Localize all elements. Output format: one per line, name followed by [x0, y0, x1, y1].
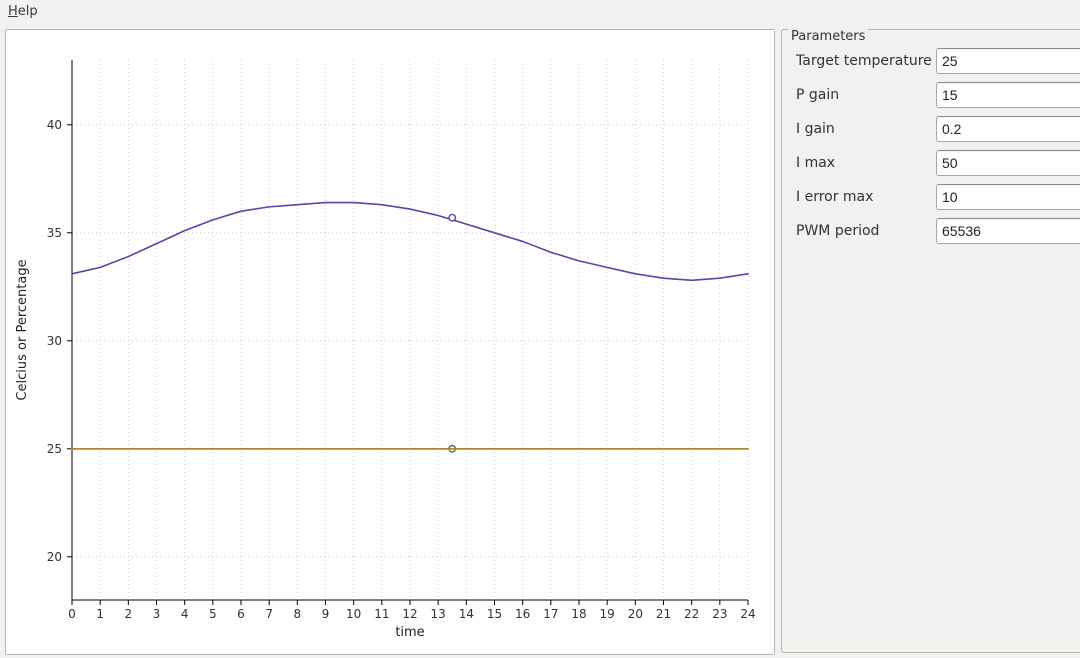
svg-text:18: 18 — [571, 607, 586, 621]
param-row-pwm-period: PWM period — [796, 218, 1080, 244]
parameters-panel: Parameters Target temperature P gain I g… — [781, 29, 1080, 653]
menu-help-rest: elp — [18, 4, 38, 19]
param-label: I max — [796, 155, 936, 171]
svg-text:22: 22 — [684, 607, 699, 621]
menu-help-accel: H — [8, 4, 18, 19]
svg-text:40: 40 — [47, 118, 62, 132]
svg-text:Celcius or Percentage: Celcius or Percentage — [15, 259, 30, 400]
svg-text:16: 16 — [515, 607, 530, 621]
param-input-pwm-period[interactable] — [936, 218, 1080, 244]
svg-text:23: 23 — [712, 607, 727, 621]
svg-text:17: 17 — [543, 607, 558, 621]
svg-text:2: 2 — [125, 607, 133, 621]
svg-text:7: 7 — [265, 607, 273, 621]
param-label: I gain — [796, 121, 936, 137]
svg-text:19: 19 — [600, 607, 615, 621]
svg-text:25: 25 — [47, 442, 62, 456]
svg-text:9: 9 — [322, 607, 330, 621]
param-row-i-error-max: I error max — [796, 184, 1080, 210]
param-input-i-max[interactable] — [936, 150, 1080, 176]
param-row-p-gain: P gain — [796, 82, 1080, 108]
param-row-target-temperature: Target temperature — [796, 48, 1080, 74]
svg-text:30: 30 — [47, 334, 62, 348]
svg-text:1: 1 — [96, 607, 104, 621]
param-label: Target temperature — [796, 53, 936, 69]
param-row-i-max: I max — [796, 150, 1080, 176]
menu-bar: Help — [0, 0, 1080, 24]
svg-text:24: 24 — [740, 607, 755, 621]
svg-text:4: 4 — [181, 607, 189, 621]
svg-text:11: 11 — [374, 607, 389, 621]
param-input-i-error-max[interactable] — [936, 184, 1080, 210]
svg-text:5: 5 — [209, 607, 217, 621]
chart-panel: 0123456789101112131415161718192021222324… — [5, 29, 775, 655]
param-row-i-gain: I gain — [796, 116, 1080, 142]
chart-svg: 0123456789101112131415161718192021222324… — [6, 30, 774, 654]
menu-help[interactable]: Help — [6, 0, 40, 24]
svg-text:20: 20 — [628, 607, 643, 621]
svg-text:3: 3 — [153, 607, 161, 621]
svg-text:6: 6 — [237, 607, 245, 621]
param-input-p-gain[interactable] — [936, 82, 1080, 108]
svg-text:0: 0 — [68, 607, 76, 621]
content-area: 0123456789101112131415161718192021222324… — [0, 24, 1080, 658]
svg-text:14: 14 — [459, 607, 474, 621]
svg-text:20: 20 — [47, 550, 62, 564]
svg-text:time: time — [395, 625, 424, 640]
svg-text:8: 8 — [294, 607, 302, 621]
svg-text:13: 13 — [431, 607, 446, 621]
parameters-title: Parameters — [788, 29, 868, 44]
svg-text:12: 12 — [402, 607, 417, 621]
svg-text:10: 10 — [346, 607, 361, 621]
param-input-i-gain[interactable] — [936, 116, 1080, 142]
svg-text:21: 21 — [656, 607, 671, 621]
param-label: I error max — [796, 189, 936, 205]
parameters-body: Target temperature P gain I gain I max I… — [782, 30, 1080, 262]
param-label: PWM period — [796, 223, 936, 239]
param-input-target-temperature[interactable] — [936, 48, 1080, 74]
svg-text:35: 35 — [47, 226, 62, 240]
param-label: P gain — [796, 87, 936, 103]
svg-text:15: 15 — [487, 607, 502, 621]
